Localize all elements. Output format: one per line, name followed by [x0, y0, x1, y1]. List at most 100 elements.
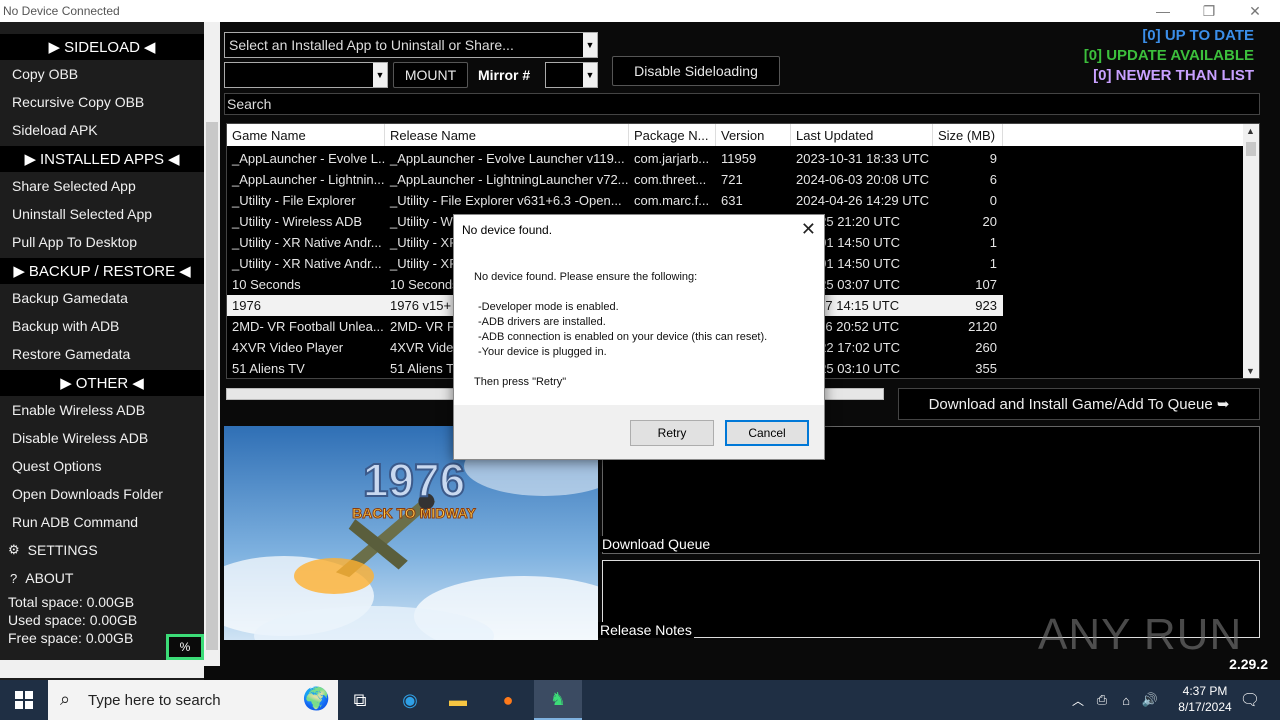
table-cell: 4XVR Video Player [232, 340, 344, 355]
sidebar-item-open-downloads[interactable]: Open Downloads Folder [0, 480, 204, 508]
sidebar-horizontal-scrollbar[interactable] [0, 660, 204, 678]
column-header[interactable]: Package N... [629, 124, 716, 146]
sidebar-item-quest-options[interactable]: Quest Options [0, 452, 204, 480]
download-install-button[interactable]: Download and Install Game/Add To Queue ➥ [898, 388, 1260, 420]
table-cell: 2024-06-03 20:08 UTC [796, 172, 929, 187]
maximize-button[interactable]: ❐ [1186, 0, 1232, 22]
column-header[interactable]: Version [716, 124, 791, 146]
cancel-button[interactable]: Cancel [725, 420, 809, 446]
column-header[interactable]: Release Name [385, 124, 629, 146]
gear-icon: ⚙ [8, 542, 20, 557]
percent-indicator: % [166, 634, 204, 660]
table-cell: 923 [975, 298, 997, 313]
status-list: [0] UP TO DATE [0] UPDATE AVAILABLE [0] … [1084, 26, 1254, 86]
dialog-line: -ADB connection is enabled on your devic… [478, 331, 768, 343]
table-cell: _AppLauncher - Evolve L... [232, 151, 385, 166]
dialog-line: -Your device is plugged in. [478, 346, 607, 358]
column-header[interactable]: Size (MB) [933, 124, 1003, 146]
close-window-button[interactable]: ✕ [1232, 0, 1278, 22]
sidebar-item-pull-app[interactable]: Pull App To Desktop [0, 228, 204, 256]
close-icon: ✕ [1249, 2, 1261, 19]
volume-icon[interactable]: 🔊 [1138, 680, 1162, 720]
dialog-body: No device found. Please ensure the follo… [454, 245, 824, 405]
sidebar-item-sideload-apk[interactable]: Sideload APK [0, 116, 204, 144]
scrollbar-thumb[interactable] [206, 122, 218, 650]
table-row[interactable]: _AppLauncher - Lightnin... _AppLauncher -… [227, 169, 1003, 190]
column-header[interactable]: Game Name [227, 124, 385, 146]
scrollbar-thumb[interactable] [1246, 142, 1256, 156]
windows-icon [15, 691, 33, 709]
free-space: Free space: 0.00GB [8, 630, 134, 646]
table-cell: _Utility - Wireless ADB [232, 214, 363, 229]
used-space: Used space: 0.00GB [8, 612, 138, 628]
start-button[interactable] [0, 680, 48, 720]
sidebar-item-backup-adb[interactable]: Backup with ADB [0, 312, 204, 340]
sidebar-item-run-adb-command[interactable]: Run ADB Command [0, 508, 204, 536]
sidebar-item-share-app[interactable]: Share Selected App [0, 172, 204, 200]
sidebar-section-backup-restore[interactable]: ▶ BACKUP / RESTORE ◀ [0, 258, 204, 284]
edge-icon[interactable]: ◉ [386, 680, 434, 720]
notification-icon[interactable]: 🗨 [1232, 680, 1268, 720]
close-icon[interactable]: ✕ [801, 219, 816, 240]
table-cell: 2120 [968, 319, 997, 334]
device-select[interactable]: ▼ [224, 62, 388, 88]
table-cell: 20 [982, 214, 997, 229]
sidebar-item-about[interactable]: ? ABOUT [0, 564, 204, 592]
minimize-button[interactable]: — [1140, 0, 1186, 22]
table-cell: _Utility - XR Native Andr... [232, 235, 382, 250]
mount-button[interactable]: MOUNT [393, 62, 468, 88]
mirror-select[interactable]: ▼ [545, 62, 598, 88]
sidebar-item-backup-gamedata[interactable]: Backup Gamedata [0, 284, 204, 312]
sidebar-item-restore-gamedata[interactable]: Restore Gamedata [0, 340, 204, 368]
sidebar-section-sideload[interactable]: ▶ SIDELOAD ◀ [0, 34, 204, 60]
table-cell: _AppLauncher - Evolve Launcher v119... [390, 151, 625, 166]
retry-button[interactable]: Retry [630, 420, 714, 446]
taskbar-clock[interactable]: 4:37 PM 8/17/2024 [1170, 683, 1240, 715]
chevron-up-icon: ▲ [1246, 126, 1255, 136]
sidebar-section-other[interactable]: ▶ OTHER ◀ [0, 370, 204, 396]
download-queue-label: Download Queue [600, 536, 713, 552]
sidebar-item-recursive-copy-obb[interactable]: Recursive Copy OBB [0, 88, 204, 116]
taskbar-search-input[interactable]: ⌕ Type here to search 🌍 [48, 680, 338, 720]
status-newer-than-list: [0] NEWER THAN LIST [1093, 67, 1254, 84]
table-cell: 2MD- VR Football Unlea... [232, 319, 384, 334]
table-cell: 355 [975, 361, 997, 376]
rookie-app-icon[interactable]: ♞ [534, 680, 582, 720]
table-cell: _Utility - XR Native Andr... [232, 256, 382, 271]
sidebar-item-copy-obb[interactable]: Copy OBB [0, 60, 204, 88]
ethernet-icon[interactable]: ⌂ [1114, 680, 1138, 720]
table-scrollbar[interactable]: ▲ ▼ [1243, 124, 1259, 378]
status-up-to-date: [0] UP TO DATE [1142, 27, 1254, 44]
table-cell: 631 [721, 193, 743, 208]
column-header[interactable]: Last Updated [791, 124, 933, 146]
firefox-icon[interactable]: ● [484, 680, 532, 720]
table-cell: 10 Seconds [232, 277, 301, 292]
file-explorer-icon[interactable]: ▬ [434, 680, 482, 720]
app-version: 2.29.2 [1229, 656, 1268, 672]
table-row[interactable]: _Utility - File Explorer _Utility - File … [227, 190, 1003, 211]
sidebar-item-uninstall-app[interactable]: Uninstall Selected App [0, 200, 204, 228]
chevron-down-icon: ▼ [1246, 366, 1255, 376]
table-row[interactable]: _AppLauncher - Evolve L... _AppLauncher -… [227, 148, 1003, 169]
watermark-logo: ANY RUN [1038, 610, 1243, 659]
sidebar: ▶ SIDELOAD ◀ Copy OBB Recursive Copy OBB… [0, 22, 204, 680]
task-view-icon[interactable]: ⧉ [336, 680, 384, 720]
installed-app-select[interactable]: Select an Installed App to Uninstall or … [224, 32, 598, 58]
sidebar-vertical-scrollbar[interactable] [204, 22, 220, 666]
disable-sideloading-button[interactable]: Disable Sideloading [612, 56, 780, 86]
sidebar-item-settings[interactable]: ⚙ SETTINGS [0, 536, 204, 564]
release-notes-label: Release Notes [598, 622, 694, 638]
window-title: No Device Connected [3, 4, 120, 18]
search-input[interactable]: Search [224, 93, 1260, 115]
network-icon[interactable]: ⎙ [1090, 680, 1114, 720]
dialog-title: No device found. [454, 215, 824, 245]
chevron-down-icon: ▼ [373, 63, 387, 87]
table-cell: 260 [975, 340, 997, 355]
chevron-up-icon[interactable]: ︿ [1066, 680, 1090, 720]
search-highlight-icon: 🌍 [302, 686, 330, 711]
chevron-down-icon: ▼ [583, 33, 597, 57]
sidebar-item-enable-wireless-adb[interactable]: Enable Wireless ADB [0, 396, 204, 424]
sidebar-item-disable-wireless-adb[interactable]: Disable Wireless ADB [0, 424, 204, 452]
table-cell: _AppLauncher - LightningLauncher v72... [390, 172, 629, 187]
sidebar-section-installed-apps[interactable]: ▶ INSTALLED APPS ◀ [0, 146, 204, 172]
